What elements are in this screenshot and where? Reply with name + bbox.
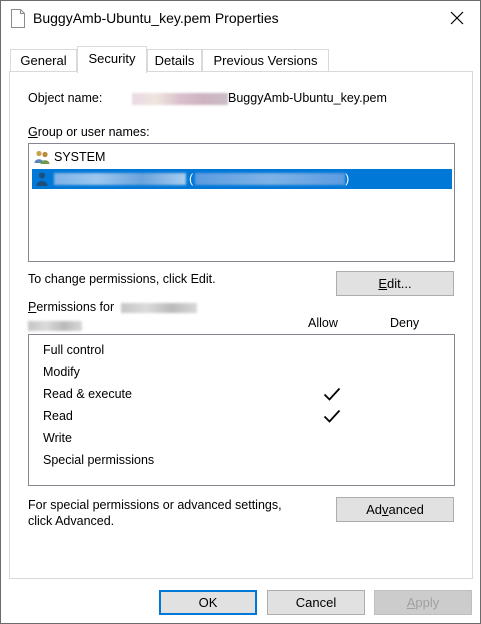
deny-header: Deny [390,316,420,330]
allow-check-icon [323,387,341,401]
redacted-user-email [195,173,346,185]
close-icon [450,11,464,25]
permissions-list: Full control Modify Read & execute Read … [28,334,455,486]
list-item-label: SYSTEM [54,150,106,164]
allow-header: Allow [308,316,338,330]
close-button[interactable] [434,1,480,35]
object-name-value: BuggyAmb-Ubuntu_key.pem [228,91,387,105]
apply-button[interactable]: Apply [374,590,472,615]
permission-row: Full control [43,343,105,357]
advanced-help-text: For special permissions or advanced sett… [28,498,282,528]
change-permissions-text: To change permissions, click Edit. [28,272,216,286]
tab-details[interactable]: Details [147,49,202,72]
group-user-list[interactable]: SYSTEM ( ) [28,143,455,262]
permission-row: Read & execute [43,383,463,405]
edit-button[interactable]: Edit... [336,271,454,296]
window-title: BuggyAmb-Ubuntu_key.pem Properties [33,10,279,26]
users-group-icon [34,150,50,164]
permissions-for-label: Permissions for [28,300,197,314]
title-bar: BuggyAmb-Ubuntu_key.pem Properties [1,1,480,37]
list-item-system[interactable]: SYSTEM [32,147,452,167]
permission-row: Special permissions [43,453,155,467]
object-name-value-row: BuggyAmb-Ubuntu_key.pem [132,91,387,105]
permission-row: Read [43,405,463,427]
dialog-footer: OK Cancel Apply [1,579,480,623]
redacted-path [132,92,228,105]
tab-strip: General Security Details Previous Versio… [9,46,473,73]
cancel-button[interactable]: Cancel [267,590,365,615]
list-item-user[interactable]: ( ) [32,169,452,189]
redacted-permissions-user-2 [28,320,82,331]
object-name-label: Object name: [28,91,103,105]
file-icon [11,9,25,28]
redacted-permissions-user [120,302,197,313]
permissions-for-label-line2 [28,318,82,332]
ok-button[interactable]: OK [159,590,257,615]
group-user-names-label: Group or user names: [28,125,150,139]
tab-previous-versions[interactable]: Previous Versions [202,49,329,72]
properties-dialog: BuggyAmb-Ubuntu_key.pem Properties Gener… [0,0,481,624]
user-paren-close: ) [345,172,350,186]
permission-row: Modify [43,365,80,379]
tab-security[interactable]: Security [77,46,147,73]
user-icon [36,172,48,186]
security-panel: Object name: BuggyAmb-Ubuntu_key.pem Gro… [9,71,473,579]
redacted-user-name [54,173,186,185]
allow-check-icon [323,409,341,423]
permission-row: Write [43,431,72,445]
tab-general[interactable]: General [10,49,77,72]
advanced-button[interactable]: Advanced [336,497,454,522]
user-paren-open: ( [189,172,194,186]
